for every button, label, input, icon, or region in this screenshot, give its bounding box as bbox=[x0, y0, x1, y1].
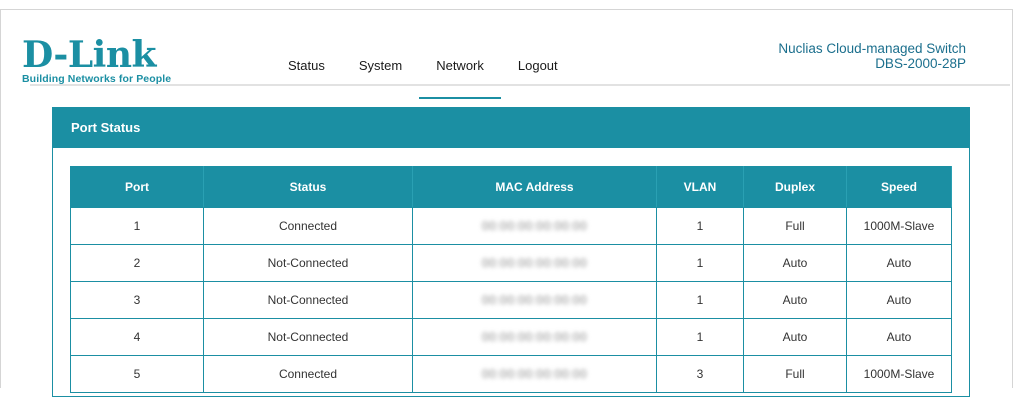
mac-value: 00:00:00:00:00:00 bbox=[481, 293, 588, 307]
product-name: Nuclias Cloud-managed Switch DBS-2000-28… bbox=[778, 41, 966, 71]
cell-port: 5 bbox=[70, 355, 204, 393]
nav-network[interactable]: Network bbox=[419, 57, 501, 99]
cell-port: 1 bbox=[70, 207, 204, 245]
cell-vlan: 3 bbox=[656, 355, 744, 393]
product-line: Nuclias Cloud-managed Switch bbox=[778, 41, 966, 56]
cell-vlan: 1 bbox=[656, 244, 744, 282]
cell-vlan: 1 bbox=[656, 281, 744, 319]
logo-wordmark: D-Link bbox=[22, 34, 156, 76]
col-mac: MAC Address bbox=[412, 166, 657, 208]
cell-status: Not-Connected bbox=[203, 281, 413, 319]
col-status: Status bbox=[203, 166, 413, 208]
cell-status: Not-Connected bbox=[203, 318, 413, 356]
panel-title: Port Status bbox=[53, 108, 969, 148]
col-duplex: Duplex bbox=[743, 166, 847, 208]
nav-status[interactable]: Status bbox=[271, 57, 342, 99]
main-nav: Status System Network Logout bbox=[271, 57, 575, 99]
mac-value: 00:00:00:00:00:00 bbox=[481, 256, 588, 270]
col-vlan: VLAN bbox=[656, 166, 744, 208]
header-divider bbox=[30, 84, 1010, 86]
cell-vlan: 1 bbox=[656, 207, 744, 245]
cell-port: 2 bbox=[70, 244, 204, 282]
mac-value: 00:00:00:00:00:00 bbox=[481, 330, 588, 344]
mac-value: 00:00:00:00:00:00 bbox=[481, 219, 588, 233]
dlink-logo[interactable]: D-Link Building Networks for People bbox=[22, 37, 171, 85]
cell-mac: 00:00:00:00:00:00 bbox=[412, 281, 657, 319]
cell-duplex: Full bbox=[743, 355, 847, 393]
product-model: DBS-2000-28P bbox=[875, 56, 966, 71]
cell-status: Not-Connected bbox=[203, 244, 413, 282]
nav-system[interactable]: System bbox=[342, 57, 419, 99]
cell-duplex: Full bbox=[743, 207, 847, 245]
cell-vlan: 1 bbox=[656, 318, 744, 356]
table-row: 3 Not-Connected 00:00:00:00:00:00 1 Auto… bbox=[70, 281, 952, 319]
col-speed: Speed bbox=[846, 166, 952, 208]
cell-speed: Auto bbox=[846, 244, 952, 282]
cell-duplex: Auto bbox=[743, 318, 847, 356]
cell-speed: Auto bbox=[846, 281, 952, 319]
cell-port: 4 bbox=[70, 318, 204, 356]
table-row: 2 Not-Connected 00:00:00:00:00:00 1 Auto… bbox=[70, 244, 952, 282]
nav-logout[interactable]: Logout bbox=[501, 57, 575, 99]
cell-status: Connected bbox=[203, 355, 413, 393]
cell-status: Connected bbox=[203, 207, 413, 245]
cell-port: 3 bbox=[70, 281, 204, 319]
port-status-table: Port Status MAC Address VLAN Duplex Spee… bbox=[70, 166, 952, 393]
cell-speed: 1000M-Slave bbox=[846, 355, 952, 393]
col-port: Port bbox=[70, 166, 204, 208]
cell-duplex: Auto bbox=[743, 244, 847, 282]
cell-mac: 00:00:00:00:00:00 bbox=[412, 244, 657, 282]
cell-duplex: Auto bbox=[743, 281, 847, 319]
port-table-wrap: Port Status MAC Address VLAN Duplex Spee… bbox=[70, 166, 952, 393]
cell-mac: 00:00:00:00:00:00 bbox=[412, 318, 657, 356]
table-row: 5 Connected 00:00:00:00:00:00 3 Full 100… bbox=[70, 355, 952, 393]
cell-speed: Auto bbox=[846, 318, 952, 356]
table-row: 4 Not-Connected 00:00:00:00:00:00 1 Auto… bbox=[70, 318, 952, 356]
table-row: 1 Connected 00:00:00:00:00:00 1 Full 100… bbox=[70, 207, 952, 245]
cell-speed: 1000M-Slave bbox=[846, 207, 952, 245]
mac-value: 00:00:00:00:00:00 bbox=[481, 367, 588, 381]
table-header-row: Port Status MAC Address VLAN Duplex Spee… bbox=[70, 166, 952, 208]
port-status-panel: Port Status Port Status MAC Address VLAN… bbox=[52, 107, 970, 397]
cell-mac: 00:00:00:00:00:00 bbox=[412, 355, 657, 393]
cell-mac: 00:00:00:00:00:00 bbox=[412, 207, 657, 245]
